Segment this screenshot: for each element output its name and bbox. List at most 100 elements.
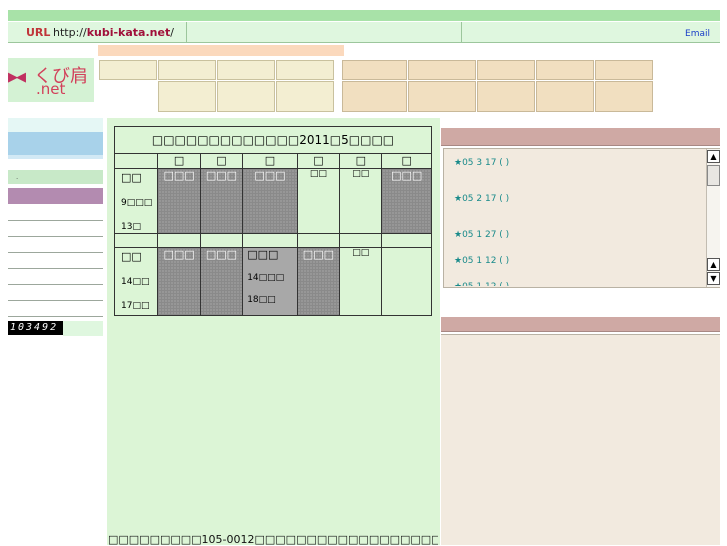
scroll-down-icon[interactable]: ▼ <box>707 272 720 285</box>
sidebar-item[interactable]: . <box>8 170 103 184</box>
nav-button[interactable] <box>408 81 476 112</box>
sidebar-divider <box>8 252 103 253</box>
cell-text: □□□ <box>247 248 279 261</box>
bow-icon: ▶◀ <box>8 70 26 85</box>
url-divider <box>186 22 187 43</box>
clinic-hours-table: □□□□□□□□□□□□□2011□5□□□□ □ □ □ □ □ □ □□ 9… <box>113 126 432 316</box>
spacer-cell <box>296 233 341 248</box>
scroll-down-icon[interactable]: ▲ <box>707 258 720 271</box>
sidebar-divider <box>8 236 103 237</box>
news-item[interactable]: ★05 3 17 ( ) <box>454 158 509 168</box>
sidebar-item-active[interactable] <box>8 188 103 204</box>
nav-button[interactable] <box>595 81 653 112</box>
cell-text: □□□ <box>205 248 238 261</box>
sidebar-header <box>8 118 103 132</box>
nav-button[interactable] <box>408 60 476 80</box>
second-panel <box>441 334 720 545</box>
afternoon-end: 17□□ <box>121 301 150 311</box>
url-prefix: http:// <box>53 26 87 39</box>
cell-text: □□ <box>309 169 327 179</box>
decorative-strip <box>98 45 344 56</box>
news-panel: ★05 3 17 ( ) ★05 2 17 ( ) ★05 1 27 ( ) ★… <box>443 148 720 288</box>
cell-text: □□□ <box>163 169 195 182</box>
closed-cell: □□□ <box>157 168 201 234</box>
nav-button[interactable] <box>217 81 275 112</box>
closed-cell: □□□ <box>199 168 244 234</box>
url-divider <box>461 22 462 43</box>
sidebar-banner[interactable] <box>8 132 103 155</box>
open-cell: □□ <box>339 247 383 316</box>
cell-text: □□□ <box>205 169 238 182</box>
news-panel-header <box>441 128 720 146</box>
nav-button[interactable] <box>342 60 407 80</box>
blank-header <box>113 153 159 169</box>
nav-button[interactable] <box>158 60 216 80</box>
day-header: □ <box>381 153 432 169</box>
day-header: □ <box>296 153 341 169</box>
scroll-up-icon[interactable]: ▲ <box>707 150 720 163</box>
closed-cell: □□□ <box>296 247 341 316</box>
closed-cell: □□□ <box>157 247 201 316</box>
cell-text: □□□ <box>163 248 195 261</box>
logo-domain: .net <box>36 80 66 98</box>
spacer-cell <box>242 233 298 248</box>
url-domain: kubi-kata.net <box>86 26 171 39</box>
closed-cell: □□□ <box>242 168 298 234</box>
morning-label-cell: □□ 9□□□ 13□ <box>113 168 159 234</box>
news-item[interactable]: ★05 1 27 ( ) <box>454 230 509 240</box>
url-label: URL <box>26 26 51 39</box>
site-url[interactable]: http://kubi-kata.net/ <box>53 26 174 39</box>
special-hours-cell: □□□ 14□□□ 18□□ <box>242 247 298 316</box>
day-header: □ <box>157 153 201 169</box>
email-link[interactable]: Email <box>685 29 710 39</box>
site-logo[interactable]: ▶◀ くび肩 .net <box>8 58 94 102</box>
nav-button[interactable] <box>536 81 594 112</box>
url-suffix: / <box>170 26 174 39</box>
closed-cell: □□□ <box>381 168 432 234</box>
nav-button[interactable] <box>477 81 535 112</box>
cell-text: □□□ <box>302 248 334 261</box>
day-header: □ <box>199 153 244 169</box>
nav-button[interactable] <box>595 60 653 80</box>
empty-cell <box>381 247 432 316</box>
morning-start: 9□□□ <box>121 198 153 208</box>
sidebar-divider <box>8 284 103 285</box>
morning-label: □□ <box>121 171 142 184</box>
top-banner-strip <box>8 10 720 21</box>
news-scrollbar[interactable]: ▲ ▲ ▼ <box>706 149 720 287</box>
open-cell: □□ <box>339 168 383 234</box>
schedule-title: □□□□□□□□□□□□□2011□5□□□□ <box>114 126 432 154</box>
second-panel-header <box>441 317 720 332</box>
url-bar: URL http://kubi-kata.net/ Email <box>8 22 720 43</box>
afternoon-label-cell: □□ 14□□ 17□□ <box>113 247 159 316</box>
nav-button[interactable] <box>217 60 275 80</box>
nav-button[interactable] <box>99 60 157 80</box>
nav-button[interactable] <box>276 60 334 80</box>
special-end: 18□□ <box>247 295 276 305</box>
cell-text: □□ <box>352 248 370 258</box>
spacer-cell <box>339 233 383 248</box>
afternoon-start: 14□□ <box>121 277 150 287</box>
closed-cell: □□□ <box>199 247 244 316</box>
sidebar: . <box>8 118 103 338</box>
sidebar-divider <box>8 300 103 301</box>
news-item[interactable]: ★05 1 12 ( ) <box>454 256 509 266</box>
spacer-cell <box>157 233 201 248</box>
nav-button[interactable] <box>477 60 535 80</box>
sidebar-divider <box>8 220 103 221</box>
afternoon-label: □□ <box>121 250 142 263</box>
nav-button[interactable] <box>536 60 594 80</box>
cell-text: □□ <box>352 169 370 179</box>
scroll-thumb[interactable] <box>707 165 720 186</box>
spacer-cell <box>381 233 432 248</box>
cell-text: □□□ <box>391 169 423 182</box>
nav-button[interactable] <box>158 81 216 112</box>
news-item[interactable]: ★05 2 17 ( ) <box>454 194 509 204</box>
news-item[interactable]: ★05 1 12 ( ) <box>454 282 509 286</box>
nav-button[interactable] <box>342 81 407 112</box>
clinic-address: □□□□□□□□□105-0012□□□□□□□□□□□□□□□□□□□□□□□ <box>108 533 438 546</box>
nav-button[interactable] <box>276 81 334 112</box>
spacer-cell <box>113 233 159 248</box>
open-cell: □□ <box>296 168 341 234</box>
cell-text: □□□ <box>254 169 286 182</box>
